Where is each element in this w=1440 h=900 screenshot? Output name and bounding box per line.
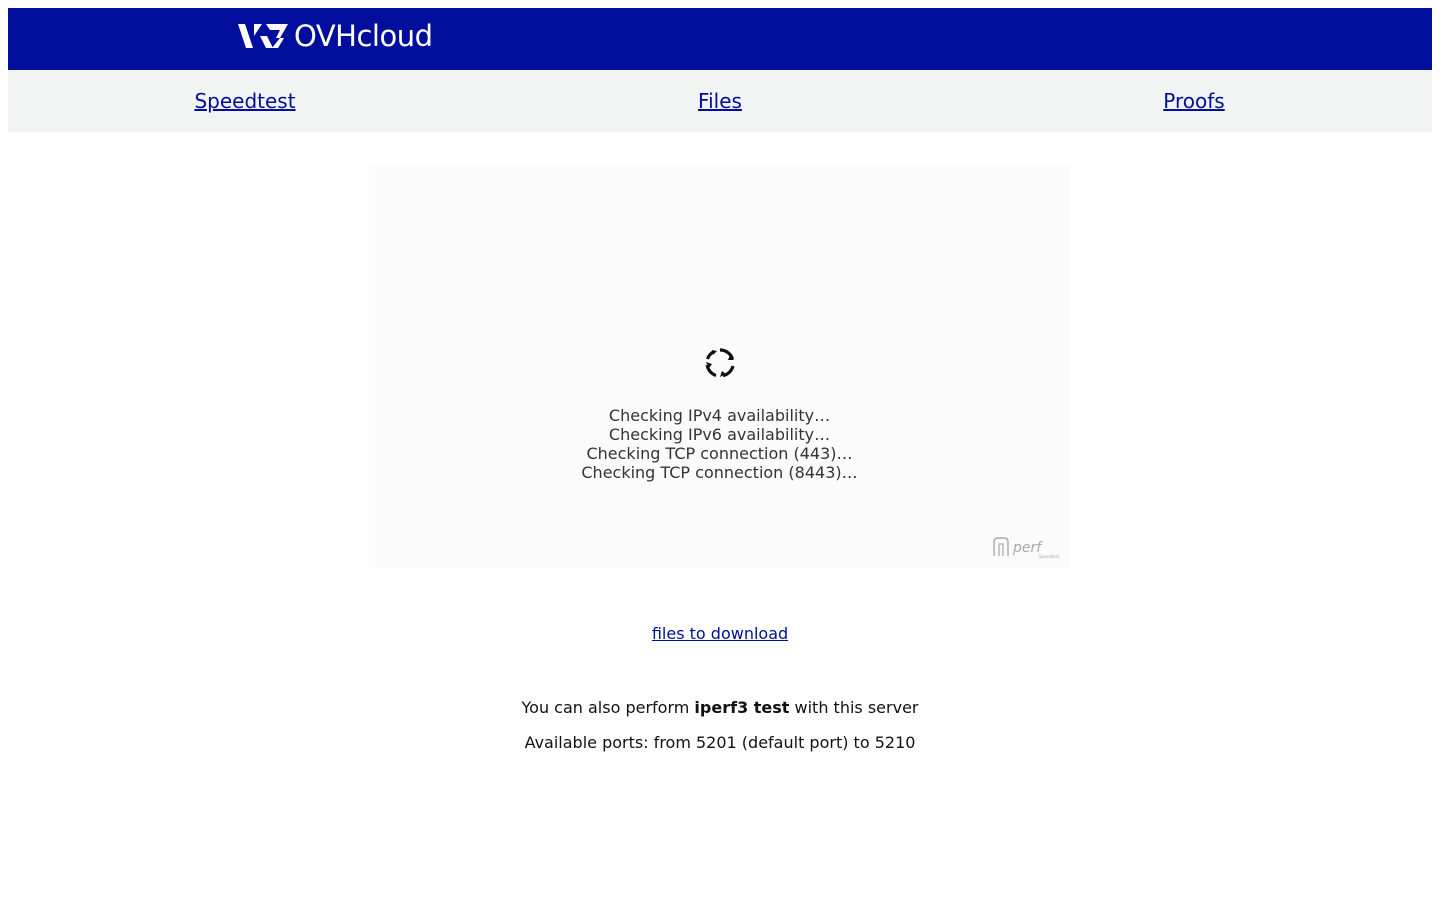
ovhcloud-logo-icon (238, 24, 288, 48)
files-download-section: files to download (0, 624, 1440, 643)
status-list: Checking IPv4 availability… Checking IPv… (369, 406, 1070, 482)
nav-link-speedtest[interactable]: Speedtest (194, 89, 295, 113)
site-header: OVHcloud (8, 8, 1432, 70)
iperf-info: You can also perform iperf3 test with th… (0, 698, 1440, 717)
brand-name: OVHcloud (294, 19, 433, 53)
main-nav: Speedtest Files Proofs (8, 70, 1432, 132)
nav-link-files[interactable]: Files (698, 89, 742, 113)
nperf-watermark-icon: perf Speedtest (993, 537, 1060, 559)
loading-spinner-icon (705, 348, 735, 378)
speedtest-widget[interactable]: Checking IPv4 availability… Checking IPv… (369, 165, 1070, 568)
available-ports: Available ports: from 5201 (default port… (524, 733, 916, 752)
iperf-suffix: with this server (789, 698, 919, 717)
ovhcloud-logo[interactable]: OVHcloud (236, 18, 433, 54)
files-to-download-link[interactable]: files to download (652, 624, 788, 643)
status-line: Checking TCP connection (8443)… (581, 463, 858, 482)
nav-link-proofs[interactable]: Proofs (1163, 89, 1224, 113)
status-line: Checking TCP connection (443)… (586, 444, 853, 463)
svg-text:Speedtest: Speedtest (1039, 554, 1060, 559)
status-line: Checking IPv4 availability… (608, 406, 831, 425)
status-line: Checking IPv6 availability… (608, 425, 831, 444)
iperf-bold: iperf3 test (694, 698, 790, 717)
iperf-prefix: You can also perform (521, 698, 695, 717)
